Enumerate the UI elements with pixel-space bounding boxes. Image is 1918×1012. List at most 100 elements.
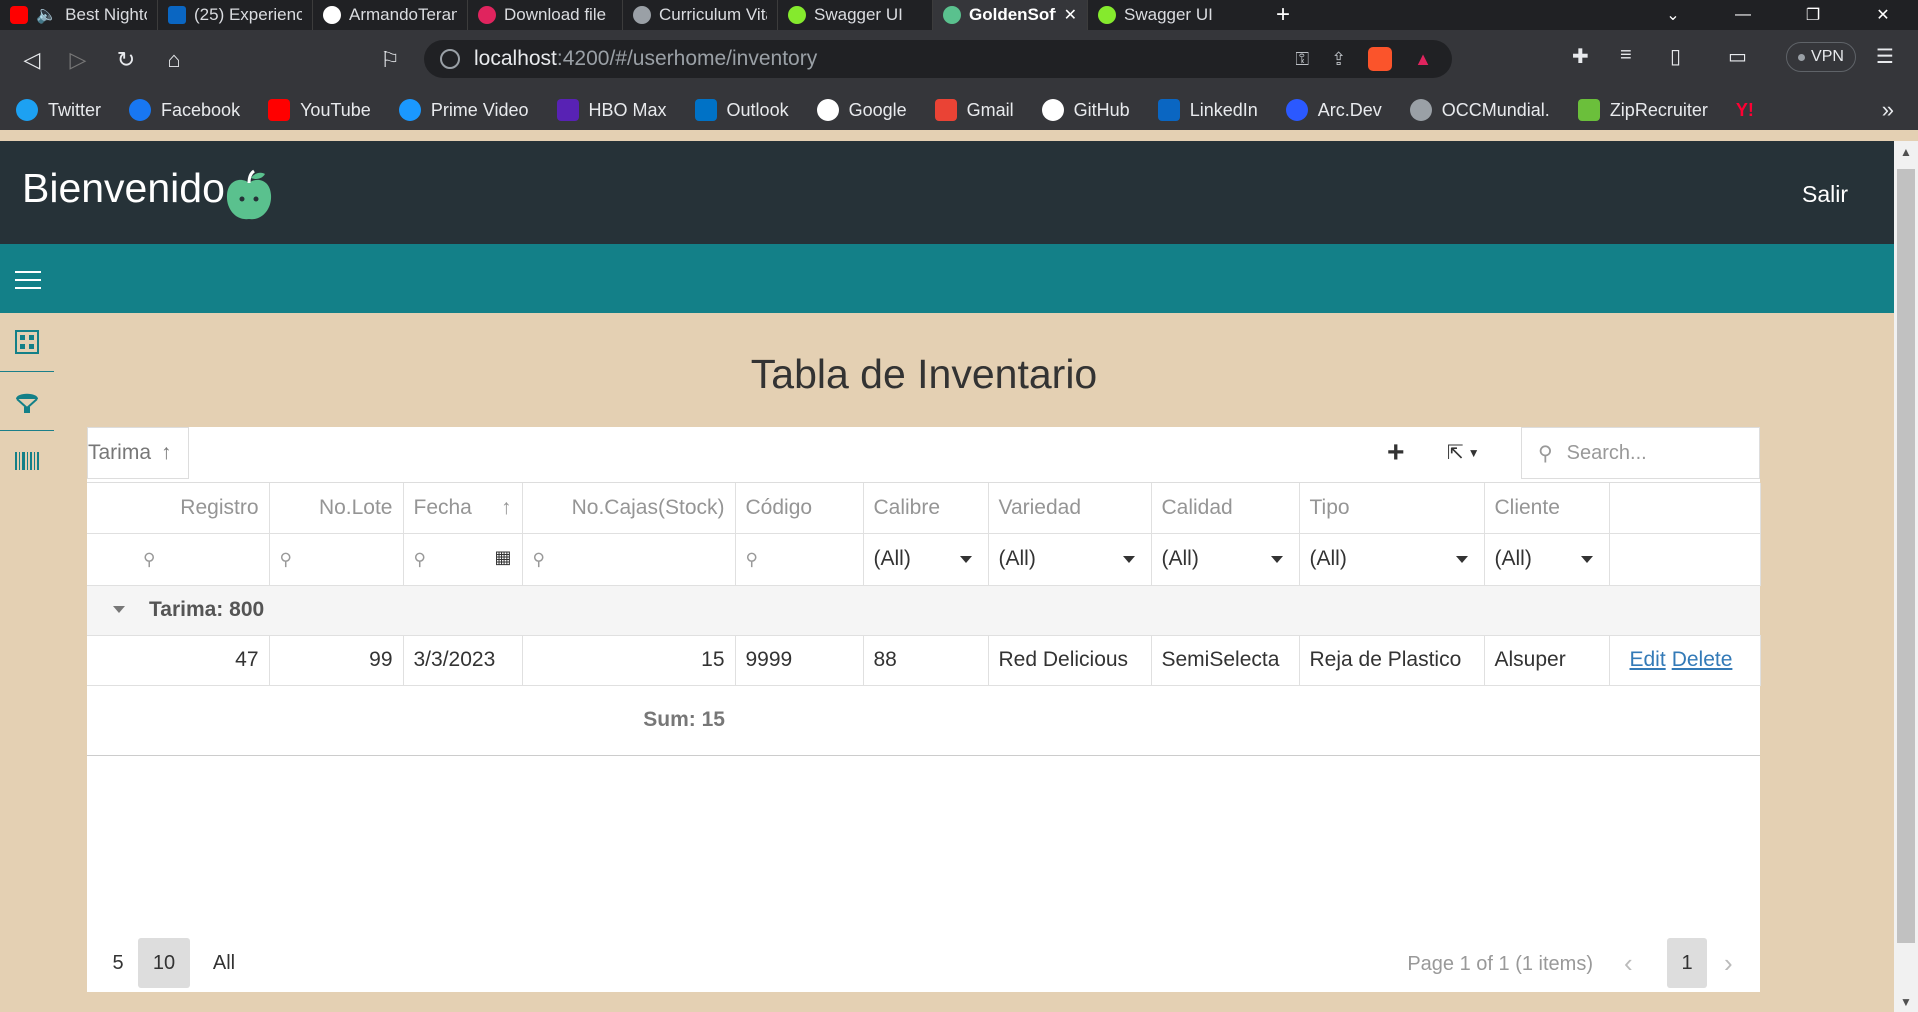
brand-title: Bienvenido <box>22 165 225 211</box>
group-row[interactable]: Tarima: 800 <box>87 585 1760 636</box>
bookmark-prime-video[interactable]: Prime Video <box>383 99 541 121</box>
forward-icon[interactable]: ▷ <box>60 42 96 78</box>
browser-tab[interactable]: 🔈 Best Nightco <box>0 0 158 30</box>
sidebar-item-barcodes[interactable] <box>0 431 54 490</box>
export-button[interactable]: ⇱ ▼ <box>1447 440 1480 465</box>
filter-codigo[interactable]: ⚲ <box>735 533 864 586</box>
back-icon[interactable]: ◁ <box>14 42 50 78</box>
browser-tab[interactable]: (25) Experiencia <box>158 0 313 30</box>
col-header-calibre[interactable]: Calibre <box>863 483 989 534</box>
filter-cajas[interactable]: ⚲ <box>522 533 736 586</box>
browser-tab[interactable]: Swagger UI <box>778 0 933 30</box>
search-icon: ⚲ <box>413 550 426 569</box>
browser-tab[interactable]: Curriculum Vitae <box>623 0 778 30</box>
page-size-10[interactable]: 10 <box>138 938 190 988</box>
site-info-icon[interactable] <box>440 49 460 69</box>
edit-link[interactable]: Edit <box>1630 648 1666 671</box>
home-icon[interactable]: ⌂ <box>156 42 192 78</box>
browser-tab[interactable]: ArmandoTeranCa <box>313 0 468 30</box>
page-size-5[interactable]: 5 <box>99 938 137 988</box>
col-header-calidad[interactable]: Calidad <box>1151 483 1300 534</box>
hamburger-menu-icon[interactable] <box>15 271 41 289</box>
brave-shield-icon[interactable] <box>1368 47 1393 71</box>
bookmark-twitter[interactable]: Twitter <box>0 99 113 121</box>
grid-search-input[interactable]: ⚲ Search... <box>1521 427 1760 479</box>
filter-calidad[interactable]: (All) <box>1151 533 1300 586</box>
filter-lote[interactable]: ⚲ <box>269 533 404 586</box>
page-size-all[interactable]: All <box>205 938 243 988</box>
key-icon[interactable]: ⚿ <box>1295 49 1309 70</box>
col-header-cajas[interactable]: No.Cajas(Stock) <box>522 483 736 534</box>
more-bookmarks-icon[interactable]: » <box>1882 97 1894 123</box>
table-row[interactable]: 47 99 3/3/2023 15 9999 88 Red Delicious … <box>87 635 1761 686</box>
filter-calibre[interactable]: (All) <box>863 533 989 586</box>
filter-tipo[interactable]: (All) <box>1299 533 1485 586</box>
chevron-down-icon <box>1580 555 1593 563</box>
bookmark-google[interactable]: Google <box>801 99 919 121</box>
browser-tab-active[interactable]: GoldenSoftU ✕ <box>933 0 1088 30</box>
scroll-down-icon[interactable]: ▼ <box>1900 995 1912 1009</box>
col-header-cliente[interactable]: Cliente <box>1484 483 1610 534</box>
address-bar[interactable]: localhost:4200/#/userhome/inventory ⚿ ⇪ … <box>424 40 1452 78</box>
page-scrollbar[interactable]: ▲ ▼ <box>1894 141 1918 1012</box>
bookmark-hbo-max[interactable]: HBO Max <box>541 99 679 121</box>
next-page-icon[interactable]: › <box>1724 948 1733 979</box>
bookmark-yahoo[interactable]: Y! <box>1720 100 1766 121</box>
mute-icon[interactable]: 🔈 <box>36 5 57 25</box>
globe-icon <box>633 6 651 24</box>
bookmark-linkedin[interactable]: LinkedIn <box>1142 99 1270 121</box>
share-icon[interactable]: ⇪ <box>1331 49 1346 70</box>
bookmark-youtube[interactable]: YouTube <box>252 99 383 121</box>
sidebar-toggle-icon[interactable]: ▯ <box>1670 44 1681 69</box>
filter-variedad[interactable]: (All) <box>988 533 1152 586</box>
reload-icon[interactable]: ↻ <box>108 42 144 78</box>
bookmark-ziprecruiter[interactable]: ZipRecruiter <box>1562 99 1720 121</box>
filter-value: (All) <box>873 547 911 570</box>
vpn-button[interactable]: VPN <box>1786 42 1856 72</box>
delete-link[interactable]: Delete <box>1672 648 1733 671</box>
col-header-tipo[interactable]: Tipo <box>1299 483 1485 534</box>
col-header-registro[interactable]: Registro <box>87 483 270 534</box>
bookmark-arc-dev[interactable]: Arc.Dev <box>1270 99 1394 121</box>
col-header-lote[interactable]: No.Lote <box>269 483 404 534</box>
extensions-icon[interactable]: ✚ <box>1572 44 1589 69</box>
bookmark-icon[interactable]: ⚐ <box>372 42 408 78</box>
close-window-icon[interactable]: ✕ <box>1848 0 1918 30</box>
close-tab-icon[interactable]: ✕ <box>1064 5 1077 25</box>
bookmark-github[interactable]: GitHub <box>1026 99 1142 121</box>
page-button-1[interactable]: 1 <box>1667 938 1707 988</box>
col-header-variedad[interactable]: Variedad <box>988 483 1152 534</box>
search-icon: ⚲ <box>1538 442 1553 465</box>
url-text[interactable]: localhost:4200/#/userhome/inventory <box>474 47 817 71</box>
filter-registro[interactable]: ⚲ <box>87 533 270 586</box>
add-row-button[interactable]: + <box>1387 438 1405 468</box>
scrollbar-thumb[interactable] <box>1897 169 1915 943</box>
prev-page-icon[interactable]: ‹ <box>1624 948 1633 979</box>
col-header-fecha[interactable]: Fecha ↑ <box>403 483 523 534</box>
bookmark-label: Google <box>848 99 907 120</box>
collapse-caret-icon[interactable] <box>113 606 125 613</box>
new-tab-button[interactable]: + <box>1258 0 1308 30</box>
restore-icon[interactable]: ❐ <box>1778 0 1848 30</box>
filter-fecha[interactable]: ⚲ ▦ <box>403 533 523 586</box>
col-header-codigo[interactable]: Código <box>735 483 864 534</box>
wallet-icon[interactable]: ▭ <box>1728 44 1747 69</box>
tab-search-icon[interactable]: ⌄ <box>1638 0 1708 30</box>
bookmark-occmundial[interactable]: OCCMundial. <box>1394 99 1562 121</box>
bookmark-facebook[interactable]: Facebook <box>113 99 252 121</box>
logout-link[interactable]: Salir <box>1802 181 1848 208</box>
bookmark-outlook[interactable]: Outlook <box>679 99 801 121</box>
minimize-icon[interactable]: — <box>1708 0 1778 30</box>
scroll-up-icon[interactable]: ▲ <box>1900 145 1912 159</box>
bookmark-gmail[interactable]: Gmail <box>919 99 1026 121</box>
playlist-icon[interactable]: ≡ <box>1620 44 1632 67</box>
group-panel-chip[interactable]: Tarima ↑ <box>87 427 189 479</box>
page-title: Tabla de Inventario <box>750 351 1098 397</box>
browser-tab[interactable]: Swagger UI <box>1088 0 1258 30</box>
menu-icon[interactable]: ☰ <box>1876 44 1894 69</box>
browser-tab[interactable]: Download file | il <box>468 0 623 30</box>
calendar-icon[interactable]: ▦ <box>494 547 511 568</box>
filter-cliente[interactable]: (All) <box>1484 533 1610 586</box>
group-header-cell[interactable]: Tarima: 800 <box>87 585 1760 636</box>
rewards-icon[interactable]: ▲ <box>1414 49 1432 70</box>
